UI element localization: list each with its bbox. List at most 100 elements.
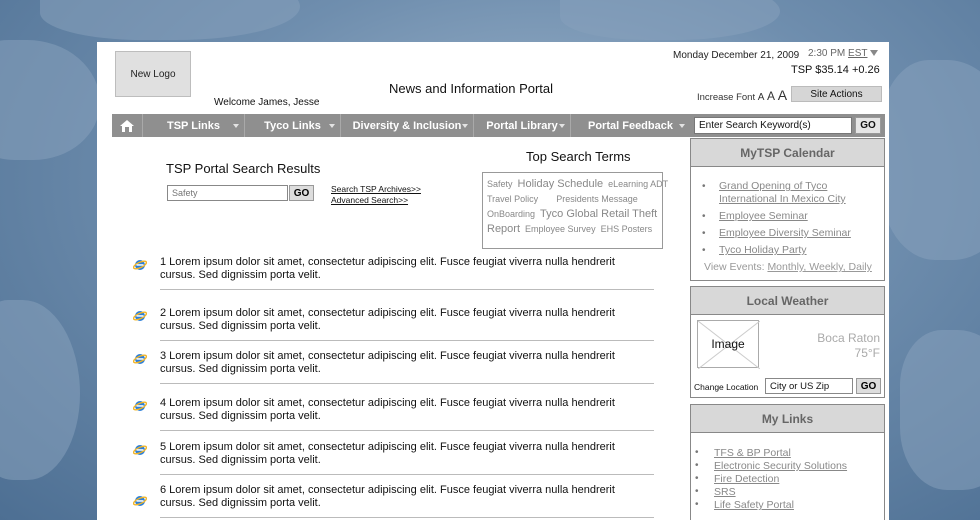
weather-title: Local Weather [691,287,884,315]
chevron-down-icon [233,124,239,128]
browser-icon [132,399,148,418]
tag-link[interactable]: OnBoarding [487,209,535,219]
nav-tsp-links[interactable]: TSP Links [142,114,244,137]
logo[interactable]: New Logo [115,51,191,97]
weather-city: Boca Raton [817,331,880,345]
tag-link[interactable]: EHS Posters [601,224,653,234]
divider [160,430,654,431]
search-result-text: 4 Lorem ipsum dolor sit amet, consectetu… [160,397,615,422]
weather-panel: Local Weather Image Boca Raton 75°F Chan… [690,286,885,398]
map-landmass [40,0,300,40]
map-landmass [560,0,780,40]
view-events: View Events: Monthly, Weekly, Daily [691,261,884,273]
time-value: 2:30 PM [808,48,846,59]
divider [160,289,654,290]
chevron-down-icon [679,124,685,128]
timezone-dropdown-icon[interactable] [870,50,879,57]
search-result-item[interactable]: 3 Lorem ipsum dolor sit amet, consectetu… [130,350,657,390]
nav-portal-feedback[interactable]: Portal Feedback [570,114,690,137]
font-size-medium-button[interactable]: A [767,89,775,103]
map-landmass [880,60,980,260]
keyword-search-input[interactable] [694,117,852,134]
calendar-event-list: Grand Opening of Tyco International In M… [691,167,884,257]
stock-ticker: TSP $35.14 +0.26 [791,64,880,76]
font-size-large-button[interactable]: A [778,87,787,103]
tag-link[interactable]: Tyco Global Retail Theft [540,208,657,220]
results-search-input[interactable] [167,185,288,201]
location-zip-input[interactable] [765,378,853,394]
increase-font-control: Increase Font A A A [697,87,787,103]
search-result-text: 2 Lorem ipsum dolor sit amet, consectetu… [160,307,615,332]
tag-link[interactable]: Safety [487,179,513,189]
top-search-terms-title: Top Search Terms [526,149,631,164]
search-archives-link[interactable]: Search TSP Archives>> [331,184,421,194]
browser-icon [132,494,148,513]
browser-icon [132,309,148,328]
tag-link[interactable]: Travel Policy [487,194,538,204]
my-link[interactable]: SRS [691,486,884,498]
tag-link[interactable]: Presidents Message [556,194,638,204]
search-result-item[interactable]: 4 Lorem ipsum dolor sit amet, consectetu… [130,397,657,437]
nav-label: Portal Feedback [588,119,673,132]
browser-icon [132,352,148,371]
change-location-label: Change Location [694,382,759,392]
search-results-title: TSP Portal Search Results [166,161,321,176]
nav-tyco-links[interactable]: Tyco Links [244,114,340,137]
tag-link[interactable]: Holiday Schedule [518,178,604,190]
chevron-down-icon [462,124,468,128]
tag-link[interactable]: Report [487,223,520,235]
chevron-down-icon [329,124,335,128]
my-links-list: TFS & BP Portal Electronic Security Solu… [691,433,884,511]
map-landmass [0,40,100,160]
divider [160,474,654,475]
results-search-go-button[interactable]: GO [289,185,314,201]
divider [160,340,654,341]
nav-portal-library[interactable]: Portal Library [473,114,570,137]
home-icon[interactable] [112,114,142,137]
my-link[interactable]: Fire Detection [691,473,884,485]
browser-icon [132,443,148,462]
my-link[interactable]: Life Safety Portal [691,499,884,511]
logo-label: New Logo [130,68,176,80]
timezone-link[interactable]: EST [848,48,867,59]
nav-label: Portal Library [486,119,558,132]
location-go-button[interactable]: GO [856,378,881,394]
search-result-item[interactable]: 2 Lorem ipsum dolor sit amet, consectetu… [130,307,657,347]
main-nav: TSP Links Tyco Links Diversity & Inclusi… [112,114,885,137]
nav-label: TSP Links [167,119,220,132]
increase-font-label: Increase Font [697,92,756,103]
welcome-text: Welcome James, Jesse [214,97,320,108]
nav-label: Tyco Links [264,119,321,132]
search-result-item[interactable]: 5 Lorem ipsum dolor sit amet, consectetu… [130,441,657,481]
image-label: Image [711,337,745,351]
my-link[interactable]: Electronic Security Solutions [691,460,884,472]
view-events-links[interactable]: Monthly, Weekly, Daily [767,261,871,273]
tag-link[interactable]: Employee Survey [525,224,596,234]
calendar-event-link[interactable]: Employee Seminar [691,210,884,223]
search-result-text: 5 Lorem ipsum dolor sit amet, consectetu… [160,441,615,466]
calendar-title: MyTSP Calendar [691,139,884,167]
my-links-title: My Links [691,405,884,433]
current-time: 2:30 PM EST [808,48,879,59]
tag-link[interactable]: eLearning ADT [608,179,668,189]
site-actions-button[interactable]: Site Actions [791,86,882,102]
browser-icon [132,258,148,277]
calendar-event-link[interactable]: Grand Opening of Tyco International In M… [691,180,884,206]
search-result-item[interactable]: 6 Lorem ipsum dolor sit amet, consectetu… [130,484,657,520]
keyword-search-go-button[interactable]: GO [855,117,881,134]
portal-title: News and Information Portal [389,81,554,96]
divider [160,383,654,384]
nav-diversity-inclusion[interactable]: Diversity & Inclusion [340,114,473,137]
search-result-text: 6 Lorem ipsum dolor sit amet, consectetu… [160,484,615,509]
calendar-event-link[interactable]: Tyco Holiday Party [691,244,884,257]
map-landmass [900,330,980,490]
nav-label: Diversity & Inclusion [352,119,462,132]
search-result-text: 1 Lorem ipsum dolor sit amet, consectetu… [160,256,615,281]
advanced-search-link[interactable]: Advanced Search>> [331,195,408,205]
search-result-item[interactable]: 1 Lorem ipsum dolor sit amet, consectetu… [130,256,657,296]
my-link[interactable]: TFS & BP Portal [691,447,884,459]
my-links-panel: My Links TFS & BP Portal Electronic Secu… [690,404,885,520]
font-size-small-button[interactable]: A [758,92,765,103]
calendar-event-link[interactable]: Employee Diversity Seminar [691,227,884,240]
chevron-down-icon [559,124,565,128]
